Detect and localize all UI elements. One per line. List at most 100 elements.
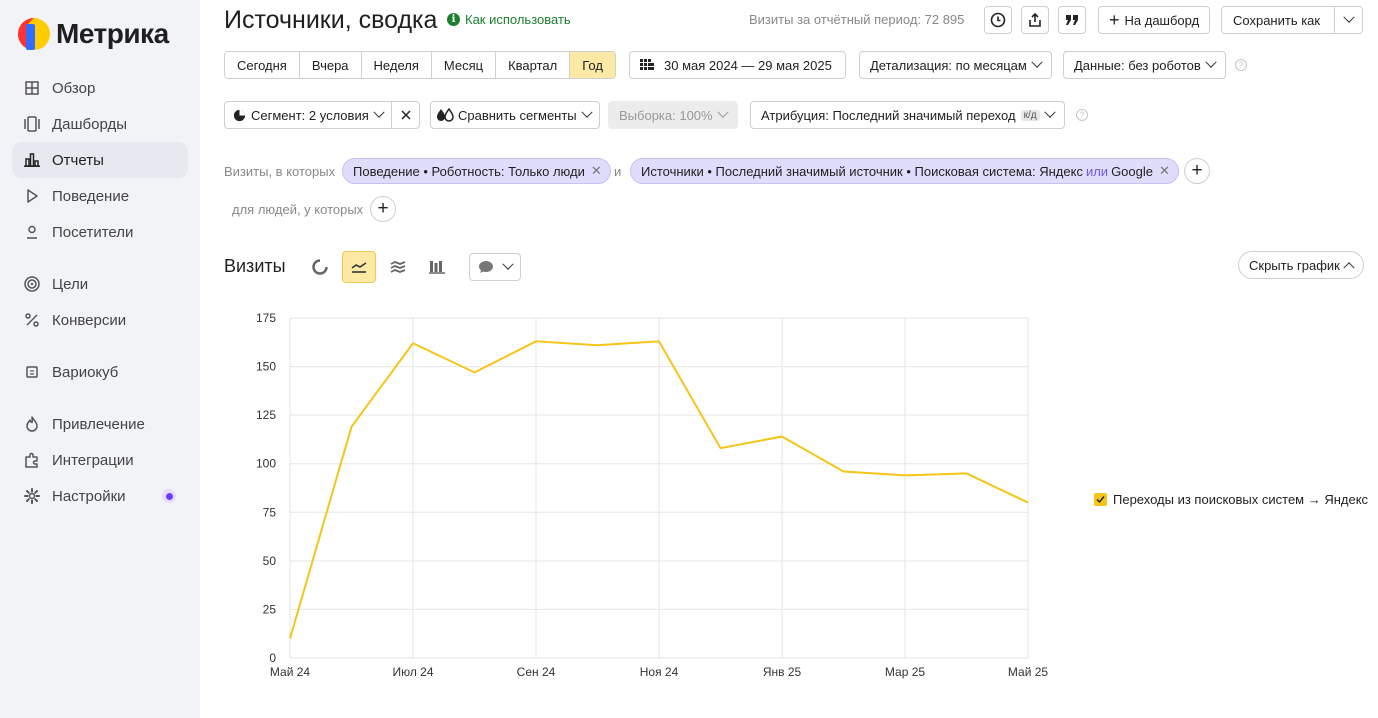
api-button[interactable]: [1058, 6, 1086, 34]
period-today[interactable]: Сегодня: [225, 52, 300, 78]
chevron-down-icon: [502, 258, 514, 270]
how-to-use-link[interactable]: i Как использовать: [447, 12, 571, 27]
chevron-down-icon: [1043, 106, 1056, 118]
plus-icon: +: [1109, 10, 1120, 30]
add-visit-filter-button[interactable]: +: [1184, 158, 1210, 184]
period-yesterday[interactable]: Вчера: [299, 52, 362, 78]
legend-series-label: Переходы из поисковых систем → Яндекс: [1113, 492, 1369, 507]
chart-type-line[interactable]: [342, 251, 376, 283]
y-tick-label: 100: [256, 457, 276, 471]
filter-chip-label: Поведение • Роботность: Только люди: [353, 163, 585, 179]
page-title: Источники, сводка: [224, 6, 438, 34]
visits-chart: 0 25 50 75 100 125 150 175 Май 24 Июл 24 Сен 24 Ноя…: [240, 300, 1120, 700]
sample-select[interactable]: Выборка: 100%: [608, 101, 738, 129]
history-button[interactable]: [984, 6, 1012, 34]
date-range-picker[interactable]: 30 мая 2024 — 29 мая 2025: [629, 51, 846, 79]
x-tick-label: Июл 24: [392, 665, 433, 679]
close-icon: [400, 110, 411, 120]
help-icon[interactable]: ?: [1235, 59, 1247, 71]
chart-title: Визиты: [224, 256, 286, 276]
filter-chip-label-google: Google: [1111, 163, 1153, 179]
period-month[interactable]: Месяц: [431, 52, 497, 78]
logo[interactable]: Метрика: [18, 18, 169, 50]
chart-legend[interactable]: Переходы из поисковых систем → Яндекс: [1094, 492, 1368, 507]
sidebar-item-integrations[interactable]: Интеграции: [12, 442, 188, 478]
sidebar-item-label: Конверсии: [52, 311, 127, 329]
attribution-select[interactable]: Атрибуция: Последний значимый переход к/…: [750, 101, 1065, 129]
detail-label: Детализация: по месяцам: [870, 57, 1027, 73]
people-filter-label: для людей, у которых: [232, 202, 364, 217]
bar-chart-icon: [24, 152, 40, 168]
sidebar-item-visitors[interactable]: Посетители: [12, 214, 188, 250]
filter-chip-label: Источники • Последний значимый источник …: [641, 163, 1083, 179]
grid-icon: [24, 80, 40, 96]
detail-select[interactable]: Детализация: по месяцам: [859, 51, 1052, 79]
pie-chart-icon: [312, 259, 328, 275]
chevron-down-icon: [716, 106, 729, 118]
share-icon: [1029, 12, 1041, 27]
sidebar-nav: Обзор Дашборды Отчеты Поведение Посетите…: [12, 70, 188, 514]
remove-filter-icon[interactable]: ✕: [1159, 163, 1170, 179]
x-tick-label: Май 25: [1008, 665, 1049, 679]
clear-segment-button[interactable]: [391, 102, 419, 128]
legend-checkbox[interactable]: [1094, 493, 1107, 506]
sidebar-item-goals[interactable]: Цели: [12, 266, 188, 302]
filter-chip-search-engine[interactable]: Источники • Последний значимый источник …: [630, 158, 1179, 184]
y-tick-label: 150: [256, 360, 276, 374]
sidebar-item-label: Посетители: [52, 223, 134, 241]
segment-dropdown[interactable]: Сегмент: 2 условия: [225, 102, 391, 128]
period-selector: Сегодня Вчера Неделя Месяц Квартал Год: [224, 51, 616, 79]
sidebar-item-label: Настройки: [52, 487, 126, 505]
sidebar-item-reports[interactable]: Отчеты: [12, 142, 188, 178]
chevron-up-icon: [1343, 262, 1355, 274]
chevron-down-icon: [1205, 56, 1217, 68]
and-label: и: [614, 164, 622, 179]
sidebar-item-label: Отчеты: [52, 151, 104, 169]
target-icon: [24, 276, 40, 292]
remove-filter-icon[interactable]: ✕: [591, 163, 602, 179]
save-as-dropdown[interactable]: [1334, 7, 1362, 33]
attribution-label: Атрибуция: Последний значимый переход: [761, 107, 1016, 123]
chart-type-pie[interactable]: [303, 251, 337, 283]
flame-icon: [24, 416, 40, 432]
compare-segments-button[interactable]: Сравнить сегменты: [430, 101, 600, 129]
visits-total: Визиты за отчётный период: 72 895: [749, 12, 965, 27]
gear-icon: [24, 488, 40, 504]
period-year[interactable]: Год: [570, 52, 615, 78]
metrika-logo-icon: [18, 18, 50, 50]
filter-chip-robots[interactable]: Поведение • Роботность: Только люди ✕: [342, 158, 611, 184]
x-tick-label: Ноя 24: [640, 665, 679, 679]
sidebar-item-overview[interactable]: Обзор: [12, 70, 188, 106]
sidebar-item-acquisition[interactable]: Привлечение: [12, 406, 188, 442]
sidebar-item-variocube[interactable]: Вариокуб: [12, 354, 188, 390]
export-button[interactable]: [1021, 6, 1049, 34]
add-people-filter-button[interactable]: +: [370, 196, 396, 222]
drops-icon: [437, 108, 454, 122]
sidebar-item-conversions[interactable]: Конверсии: [12, 302, 188, 338]
chevron-down-icon: [373, 106, 385, 118]
plus-icon: +: [1191, 160, 1203, 181]
x-tick-label: Сен 24: [517, 665, 556, 679]
annotations-select[interactable]: [469, 253, 521, 281]
logo-text: Метрика: [56, 18, 169, 49]
sidebar-item-settings[interactable]: Настройки: [12, 478, 188, 514]
sidebar-item-dashboards[interactable]: Дашборды: [12, 106, 188, 142]
add-to-dashboard-button[interactable]: + На дашборд: [1098, 6, 1211, 34]
save-as-button[interactable]: Сохранить как: [1221, 6, 1363, 34]
segment-select[interactable]: Сегмент: 2 условия: [224, 101, 420, 129]
line-chart-icon: [351, 262, 367, 273]
add-to-dashboard-label: На дашборд: [1124, 12, 1200, 28]
period-quarter[interactable]: Квартал: [496, 52, 571, 78]
hide-chart-button[interactable]: Скрыть график: [1238, 251, 1364, 279]
sidebar-item-behavior[interactable]: Поведение: [12, 178, 188, 214]
chart-type-bar[interactable]: [420, 251, 454, 283]
clock-icon: [990, 12, 1006, 28]
sidebar-item-label: Обзор: [52, 79, 96, 97]
compare-segments-label: Сравнить сегменты: [458, 107, 577, 123]
period-week[interactable]: Неделя: [361, 52, 432, 78]
chart-type-area[interactable]: [381, 251, 415, 283]
help-icon[interactable]: ?: [1076, 109, 1088, 121]
sidebar-item-label: Цели: [52, 275, 89, 293]
dashboard-icon: [24, 116, 40, 132]
data-mode-select[interactable]: Данные: без роботов: [1063, 51, 1226, 79]
